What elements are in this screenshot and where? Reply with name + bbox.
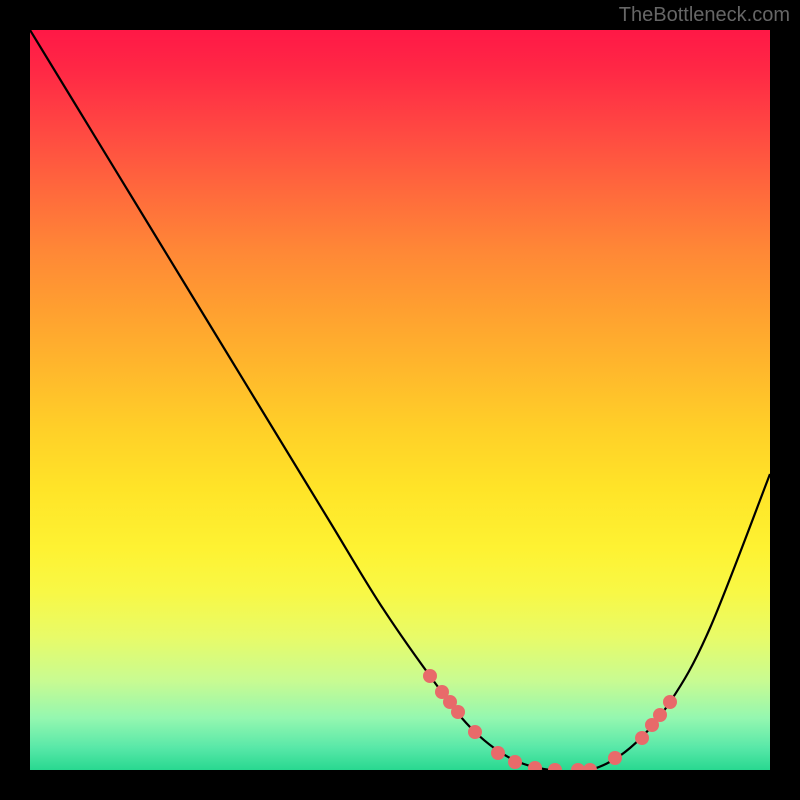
data-point [468,725,482,739]
data-point [423,669,437,683]
data-point [608,751,622,765]
data-point [491,746,505,760]
data-point [508,755,522,769]
bottleneck-curve [30,30,770,770]
data-point [571,763,585,770]
curve-svg [30,30,770,770]
data-points-group [423,669,677,770]
data-point [635,731,649,745]
data-point [583,763,597,770]
data-point [548,763,562,770]
data-point [653,708,667,722]
data-point [451,705,465,719]
data-point [663,695,677,709]
watermark-text: TheBottleneck.com [619,4,790,27]
data-point [528,761,542,770]
chart-container [30,30,770,770]
